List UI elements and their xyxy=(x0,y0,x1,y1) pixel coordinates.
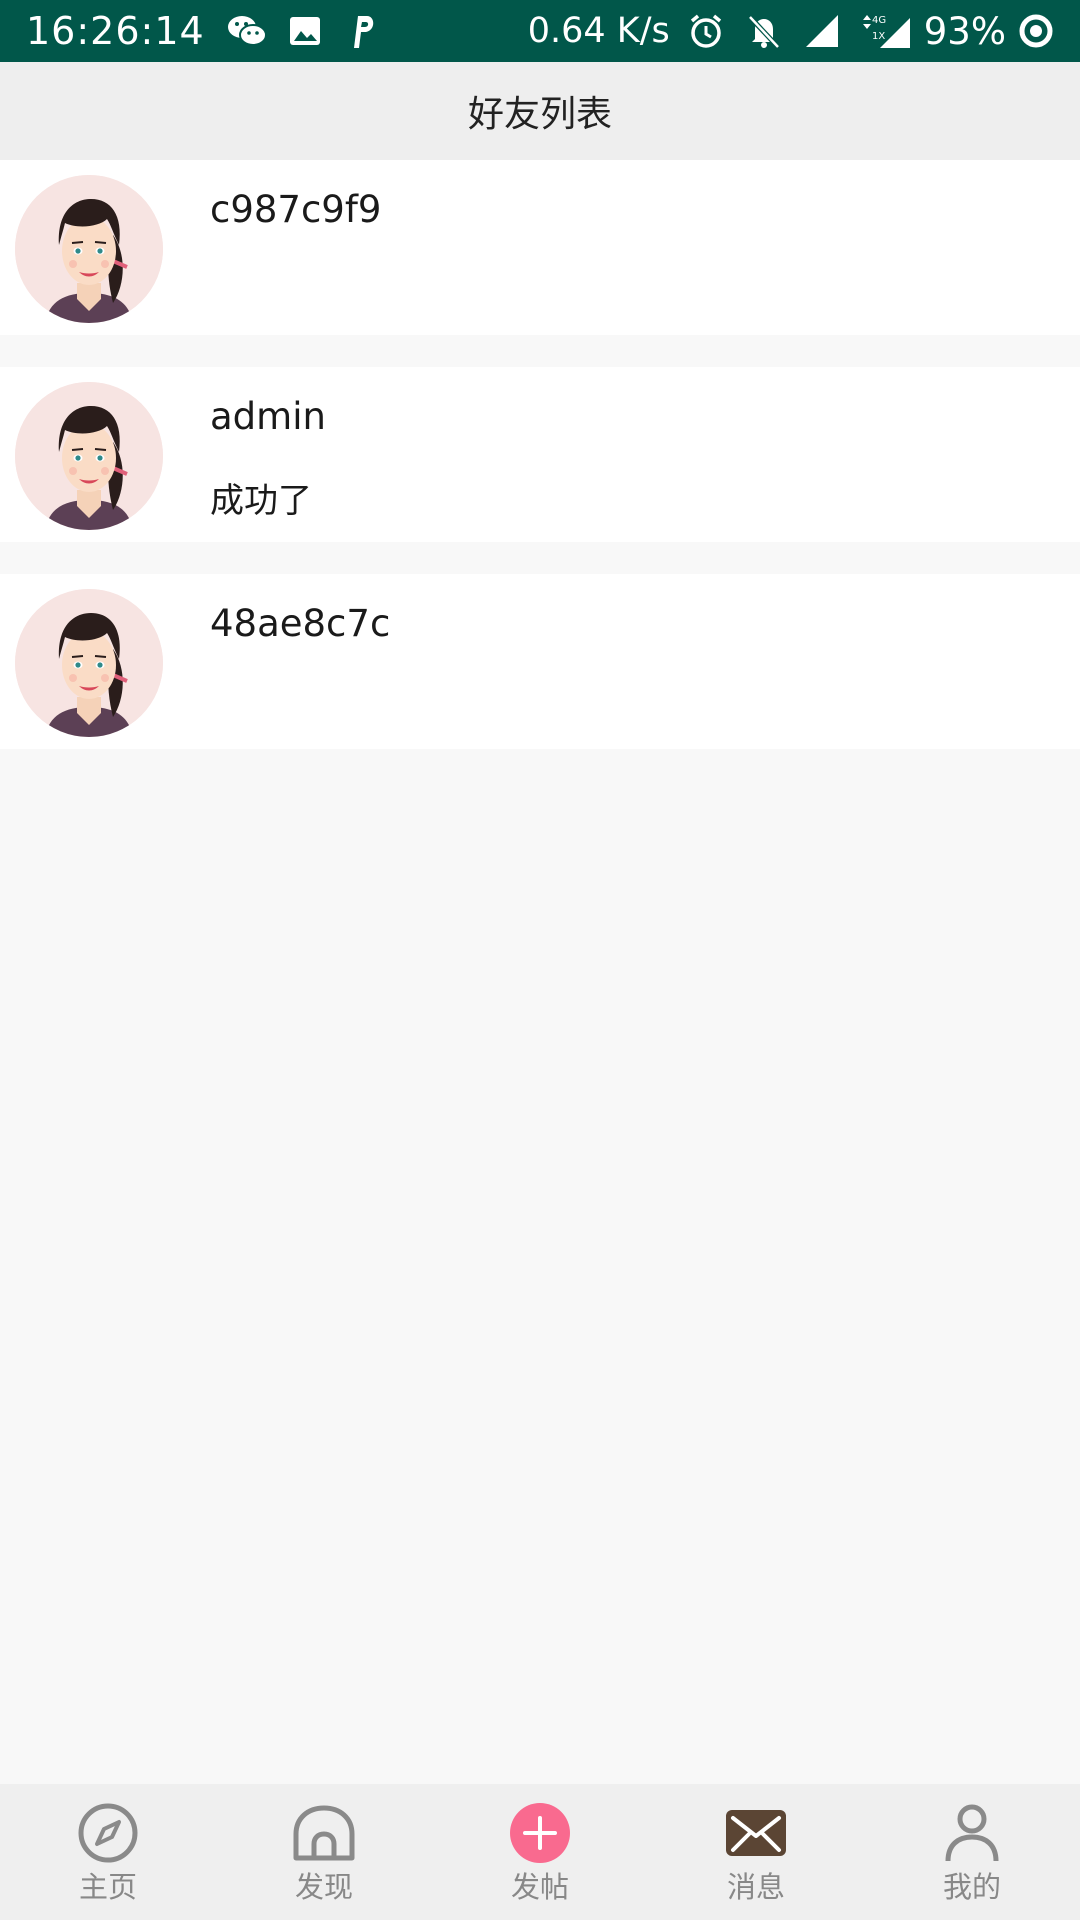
mute-bell-icon xyxy=(744,11,784,51)
friend-last-message: 成功了 xyxy=(210,481,312,521)
compass-icon xyxy=(76,1803,140,1863)
friend-list-item[interactable]: admin 成功了 xyxy=(0,367,1080,542)
signal-icon xyxy=(802,11,842,51)
girl-avatar-icon xyxy=(15,589,163,737)
friend-list-screen: 16:26:14 0.64 K/s 4G 1X 93% 好友列表 c987c9f… xyxy=(0,0,1080,1920)
plus-circle-icon xyxy=(508,1803,572,1863)
nav-label: 消息 xyxy=(726,1870,785,1904)
battery-level: 93% xyxy=(923,9,1006,53)
nav-item-messages[interactable]: 消息 xyxy=(648,1784,864,1920)
4g-signal-icon: 4G 1X xyxy=(860,11,912,51)
system-icons: 4G 1X xyxy=(686,11,922,51)
wechat-icon xyxy=(227,11,267,51)
nav-label: 主页 xyxy=(78,1870,137,1904)
page-title: 好友列表 xyxy=(467,94,612,135)
nav-label: 发帖 xyxy=(510,1870,569,1904)
app-header: 好友列表 xyxy=(0,62,1080,160)
notification-icons xyxy=(227,11,401,51)
avatar[interactable] xyxy=(15,382,163,530)
status-time: 16:26:14 xyxy=(26,9,205,53)
bottom-nav: 主页 发现 发帖 消息 我的 xyxy=(0,1784,1080,1920)
svg-text:4G: 4G xyxy=(872,15,886,26)
person-icon xyxy=(940,1804,1004,1862)
p-app-icon xyxy=(343,11,383,51)
avatar[interactable] xyxy=(15,175,163,323)
avatar[interactable] xyxy=(15,589,163,737)
nav-item-discover[interactable]: 发现 xyxy=(216,1784,432,1920)
friend-list: c987c9f9 admin 成功了 48ae8c7c xyxy=(0,160,1080,781)
alarm-icon xyxy=(686,11,726,51)
network-speed: 0.64 K/s xyxy=(527,11,670,51)
girl-avatar-icon xyxy=(15,175,163,323)
friend-name: c987c9f9 xyxy=(210,188,382,231)
nav-item-post[interactable]: 发帖 xyxy=(432,1784,648,1920)
dome-icon xyxy=(292,1804,356,1862)
girl-avatar-icon xyxy=(15,382,163,530)
friend-list-item[interactable]: c987c9f9 xyxy=(0,160,1080,335)
svg-text:1X: 1X xyxy=(872,31,885,42)
friend-name: admin xyxy=(210,395,326,438)
nav-label: 发现 xyxy=(294,1870,353,1904)
friend-name: 48ae8c7c xyxy=(210,602,391,645)
friend-list-item[interactable]: 48ae8c7c xyxy=(0,574,1080,749)
status-bar: 16:26:14 0.64 K/s 4G 1X 93% xyxy=(0,0,1080,62)
nav-item-me[interactable]: 我的 xyxy=(864,1784,1080,1920)
image-icon xyxy=(285,11,325,51)
mail-icon xyxy=(724,1804,788,1862)
nav-item-home[interactable]: 主页 xyxy=(0,1784,216,1920)
nav-label: 我的 xyxy=(942,1870,1001,1904)
battery-ring-icon xyxy=(1016,11,1056,51)
